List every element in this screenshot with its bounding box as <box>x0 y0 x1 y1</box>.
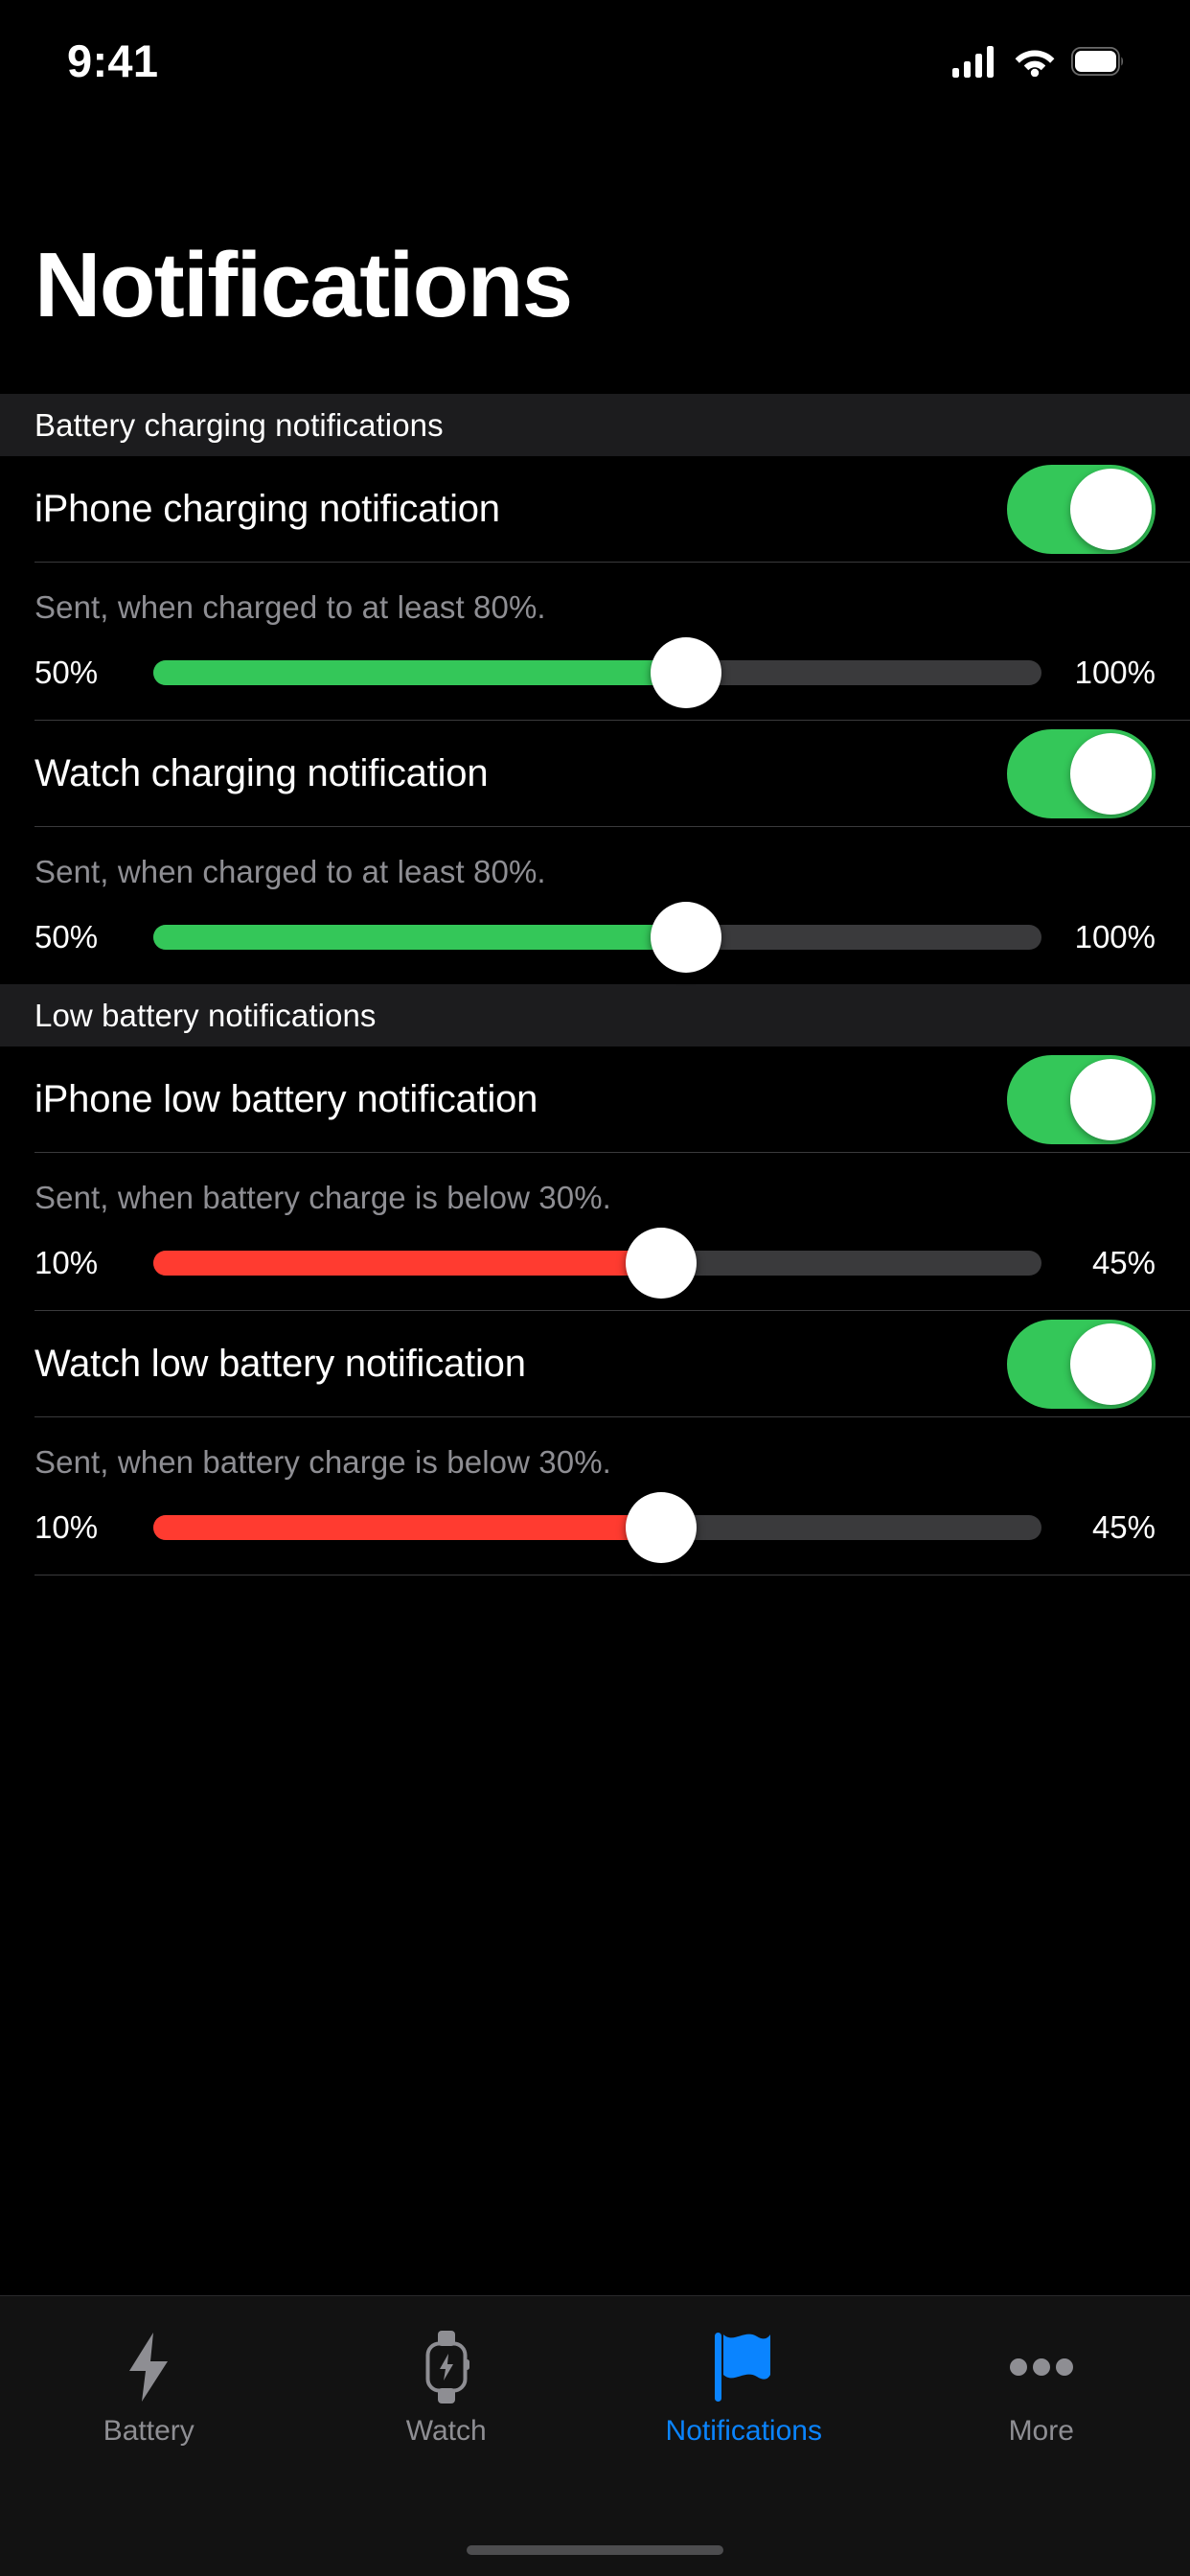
tab-watch[interactable]: Watch <box>298 2331 596 2448</box>
iphone-charging-threshold-slider[interactable] <box>153 626 1041 720</box>
toggle-row: Watch low battery notification <box>34 1311 1156 1416</box>
slider-thumb[interactable] <box>651 902 722 973</box>
ellipsis-icon <box>1009 2333 1073 2402</box>
watch-low-battery-threshold-slider[interactable] <box>153 1481 1041 1575</box>
row-label: iPhone low battery notification <box>34 1077 538 1120</box>
slider-track <box>153 637 1041 708</box>
cellular-signal-icon <box>952 46 994 78</box>
tab-label: Notifications <box>665 2415 822 2447</box>
iphone-charging-notification-toggle[interactable] <box>1007 464 1156 554</box>
toggle-knob <box>1070 1058 1152 1140</box>
slider-fill <box>153 660 687 685</box>
slider-block-iphone-low-battery: Sent, when battery charge is below 30%. … <box>0 1153 1190 1310</box>
tab-more[interactable]: More <box>893 2333 1190 2448</box>
toggle-knob <box>1070 732 1152 815</box>
toggle-knob <box>1070 1322 1152 1405</box>
slider-track <box>153 1228 1041 1299</box>
slider-caption: Sent, when battery charge is below 30%. <box>34 1180 611 1215</box>
status-bar-indicators <box>952 45 1125 78</box>
toggle-row: Watch charging notification <box>34 721 1156 826</box>
tab-notifications[interactable]: Notifications <box>595 2333 893 2448</box>
slider-fill <box>153 925 687 950</box>
tab-label: Watch <box>405 2415 487 2447</box>
slider-block-watch-low-battery: Sent, when battery charge is below 30%. … <box>0 1417 1190 1575</box>
slider-caption: Sent, when charged to at least 80%. <box>34 589 546 625</box>
slider-caption: Sent, when battery charge is below 30%. <box>34 1444 611 1480</box>
section-header-battery-charging: Battery charging notifications <box>0 394 1190 456</box>
home-indicator <box>467 2545 723 2555</box>
slider-min-label: 50% <box>34 919 99 954</box>
watch-icon <box>420 2331 473 2404</box>
row-label: Watch charging notification <box>34 751 489 794</box>
slider-row: 50% 100% <box>34 890 1156 984</box>
tab-label: Battery <box>103 2415 195 2447</box>
slider-thumb[interactable] <box>651 637 722 708</box>
tab-bar: Battery Watch Notifications More <box>0 2295 1190 2576</box>
watch-low-battery-notification-toggle[interactable] <box>1007 1319 1156 1409</box>
slider-fill <box>153 1251 661 1276</box>
slider-row: 10% 45% <box>34 1216 1156 1310</box>
slider-thumb[interactable] <box>625 1228 697 1299</box>
slider-row: 50% 100% <box>34 626 1156 720</box>
slider-min-label: 10% <box>34 1245 99 1280</box>
section-header-label: Battery charging notifications <box>34 406 444 443</box>
toggle-knob <box>1070 468 1152 550</box>
slider-row: 10% 45% <box>34 1481 1156 1575</box>
separator <box>34 1575 1190 1576</box>
row-watch-charging-notification: Watch charging notification <box>0 721 1190 826</box>
slider-block-watch-charging: Sent, when charged to at least 80%. 50% … <box>0 827 1190 984</box>
slider-max-label: 45% <box>1091 1245 1156 1280</box>
slider-min-label: 10% <box>34 1509 99 1545</box>
status-bar: 9:41 <box>0 0 1190 113</box>
app-screen: 9:41 Notifications Battery charging noti… <box>0 0 1190 2576</box>
battery-icon <box>1071 47 1123 76</box>
page-title: Notifications <box>34 234 573 336</box>
slider-fill <box>153 1515 661 1540</box>
row-label: Watch low battery notification <box>34 1342 526 1385</box>
iphone-low-battery-threshold-slider[interactable] <box>153 1216 1041 1310</box>
settings-list: Battery charging notifications iPhone ch… <box>0 394 1190 1576</box>
slider-min-label: 50% <box>34 655 99 690</box>
wifi-icon <box>1015 50 1055 77</box>
iphone-low-battery-notification-toggle[interactable] <box>1007 1054 1156 1144</box>
slider-max-label: 100% <box>1074 919 1156 954</box>
bolt-icon <box>124 2333 173 2402</box>
flag-icon <box>715 2333 772 2402</box>
row-watch-low-battery-notification: Watch low battery notification <box>0 1311 1190 1416</box>
toggle-row: iPhone low battery notification <box>34 1046 1156 1152</box>
tab-battery[interactable]: Battery <box>0 2333 298 2448</box>
section-header-low-battery: Low battery notifications <box>0 984 1190 1046</box>
slider-track <box>153 902 1041 973</box>
status-bar-time: 9:41 <box>67 34 159 86</box>
row-iphone-low-battery-notification: iPhone low battery notification <box>0 1046 1190 1152</box>
row-label: iPhone charging notification <box>34 487 500 530</box>
slider-thumb[interactable] <box>625 1492 697 1563</box>
slider-max-label: 45% <box>1091 1509 1156 1545</box>
slider-max-label: 100% <box>1074 655 1156 690</box>
slider-track <box>153 1492 1041 1563</box>
section-header-label: Low battery notifications <box>34 997 377 1033</box>
slider-caption: Sent, when charged to at least 80%. <box>34 854 546 889</box>
watch-charging-notification-toggle[interactable] <box>1007 728 1156 818</box>
toggle-row: iPhone charging notification <box>34 456 1156 562</box>
slider-block-iphone-charging: Sent, when charged to at least 80%. 50% … <box>0 563 1190 720</box>
watch-charging-threshold-slider[interactable] <box>153 890 1041 984</box>
row-iphone-charging-notification: iPhone charging notification <box>0 456 1190 562</box>
tab-label: More <box>1008 2415 1074 2447</box>
